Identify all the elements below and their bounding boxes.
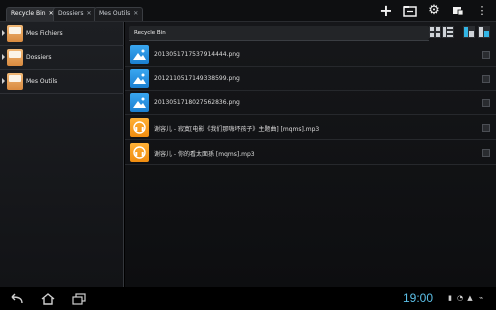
back-icon[interactable]	[7, 291, 25, 306]
image-file-icon	[130, 93, 149, 112]
sidebar-item-mes-fichiers[interactable]: Mes Fichiers	[0, 22, 124, 46]
file-name: 20121105171493385​99.png	[154, 75, 240, 82]
close-tab-icon[interactable]: ✕	[87, 10, 92, 17]
folder-icon	[7, 73, 23, 90]
settings-icon[interactable]: ⚙	[425, 3, 443, 19]
select-checkbox[interactable]	[482, 99, 490, 107]
clock: 19:00	[403, 291, 434, 305]
tab-recycle-bin[interactable]: Recycle Bin ✕	[6, 7, 59, 21]
list-view-icon[interactable]	[442, 26, 454, 38]
system-nav-bar: 19:00 ▮ ◔ ▲ ⌁	[0, 287, 496, 310]
wifi-icon: ◔	[456, 294, 464, 302]
select-checkbox[interactable]	[482, 149, 490, 157]
overflow-menu-icon[interactable]: ⋮	[473, 3, 491, 19]
image-file-icon	[130, 45, 149, 64]
file-row[interactable]: 20130517180275628​36.png	[125, 91, 496, 115]
sidebar-item-label: Mes Fichiers	[26, 30, 63, 37]
expand-arrow-icon[interactable]	[2, 54, 5, 60]
file-list-panel: Recycle Bin 20130517175379144​44.png 201…	[125, 22, 496, 287]
home-icon[interactable]	[39, 291, 57, 306]
usb-icon: ⌁	[478, 294, 484, 302]
tab-dossiers[interactable]: Dossiers ✕	[53, 7, 97, 21]
file-row[interactable]: 20130517175379144​44.png	[125, 43, 496, 67]
recent-apps-icon[interactable]	[70, 291, 88, 306]
path-bar[interactable]: Recycle Bin	[129, 26, 429, 40]
select-checkbox[interactable]	[482, 124, 490, 132]
tab-label: Recycle Bin	[11, 10, 46, 17]
expand-arrow-icon[interactable]	[2, 30, 5, 36]
select-checkbox[interactable]	[482, 51, 490, 59]
grid-view-icon[interactable]	[429, 26, 441, 38]
file-row[interactable]: 谢容儿 - 你的看太面孫 [mqms].mp3	[125, 141, 496, 165]
cut-icon[interactable]	[449, 3, 467, 19]
path-divider	[129, 40, 429, 41]
sidebar-item-label: Mes Outils	[26, 78, 58, 85]
new-folder-icon[interactable]	[401, 3, 419, 19]
details-view-icon[interactable]	[463, 26, 475, 38]
tab-label: Dossiers	[58, 10, 84, 17]
folder-icon	[7, 49, 23, 66]
sidebar: Mes Fichiers Dossiers Mes Outils	[0, 22, 124, 287]
audio-file-icon	[130, 118, 149, 137]
file-name: 谢容儿 - 寂寞[电影《我们那嗨坏孩子》主题曲] [mqms].mp3	[154, 126, 320, 133]
split-view-icon[interactable]	[478, 26, 490, 38]
battery-icon: ▮	[448, 294, 452, 302]
folder-icon	[7, 25, 23, 42]
add-icon[interactable]: +	[377, 3, 395, 19]
file-row[interactable]: 谢容儿 - 寂寞[电影《我们那嗨坏孩子》主题曲] [mqms].mp3	[125, 116, 496, 140]
sidebar-item-dossiers[interactable]: Dossiers	[0, 46, 124, 70]
image-file-icon	[130, 69, 149, 88]
file-name: 20130517180275628​36.png	[154, 99, 240, 106]
tab-mes-outils[interactable]: Mes Outils ✕	[94, 7, 144, 21]
select-checkbox[interactable]	[482, 75, 490, 83]
tab-label: Mes Outils	[99, 10, 131, 17]
sidebar-item-mes-outils[interactable]: Mes Outils	[0, 70, 124, 94]
file-row[interactable]: 20121105171493385​99.png	[125, 67, 496, 91]
audio-file-icon	[130, 143, 149, 162]
action-bar: Recycle Bin ✕ Dossiers ✕ Mes Outils ✕ + ⚙ ⋮	[0, 0, 496, 22]
sidebar-item-label: Dossiers	[26, 54, 52, 61]
expand-arrow-icon[interactable]	[2, 78, 5, 84]
close-tab-icon[interactable]: ✕	[133, 10, 138, 17]
file-name: 谢容儿 - 你的看太面孫 [mqms].mp3	[154, 151, 255, 158]
signal-icon: ▲	[467, 294, 473, 302]
file-name: 20130517175379144​44.png	[154, 51, 240, 58]
